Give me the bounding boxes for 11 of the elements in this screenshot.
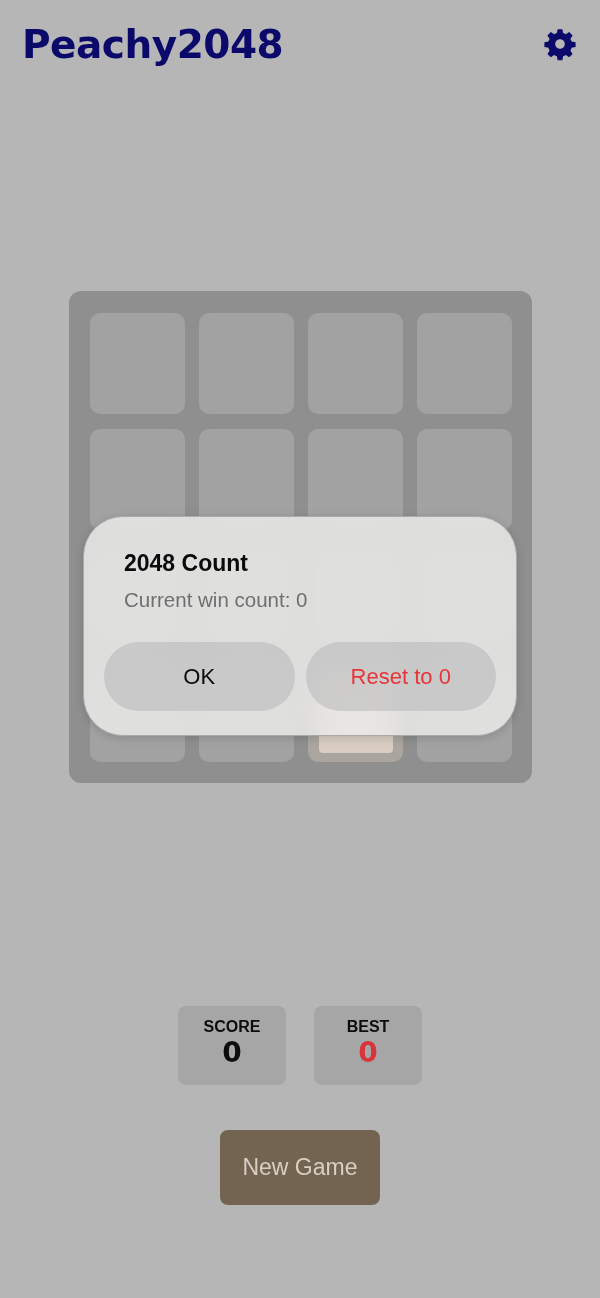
dialog-title: 2048 Count	[124, 549, 248, 578]
score-label: SCORE	[203, 1018, 261, 1036]
dialog-message: Current win count: 0	[124, 587, 308, 613]
score-value: 0	[222, 1036, 242, 1070]
new-game-button[interactable]: New Game	[220, 1130, 380, 1205]
score-label: BEST	[346, 1018, 390, 1036]
score-value: 0	[358, 1036, 378, 1070]
settings-icon[interactable]	[543, 27, 577, 61]
dialog-button[interactable]: Reset to 0	[305, 642, 496, 711]
dialog-button[interactable]: OK	[104, 642, 295, 711]
app-title: Peachy2048	[22, 22, 284, 68]
